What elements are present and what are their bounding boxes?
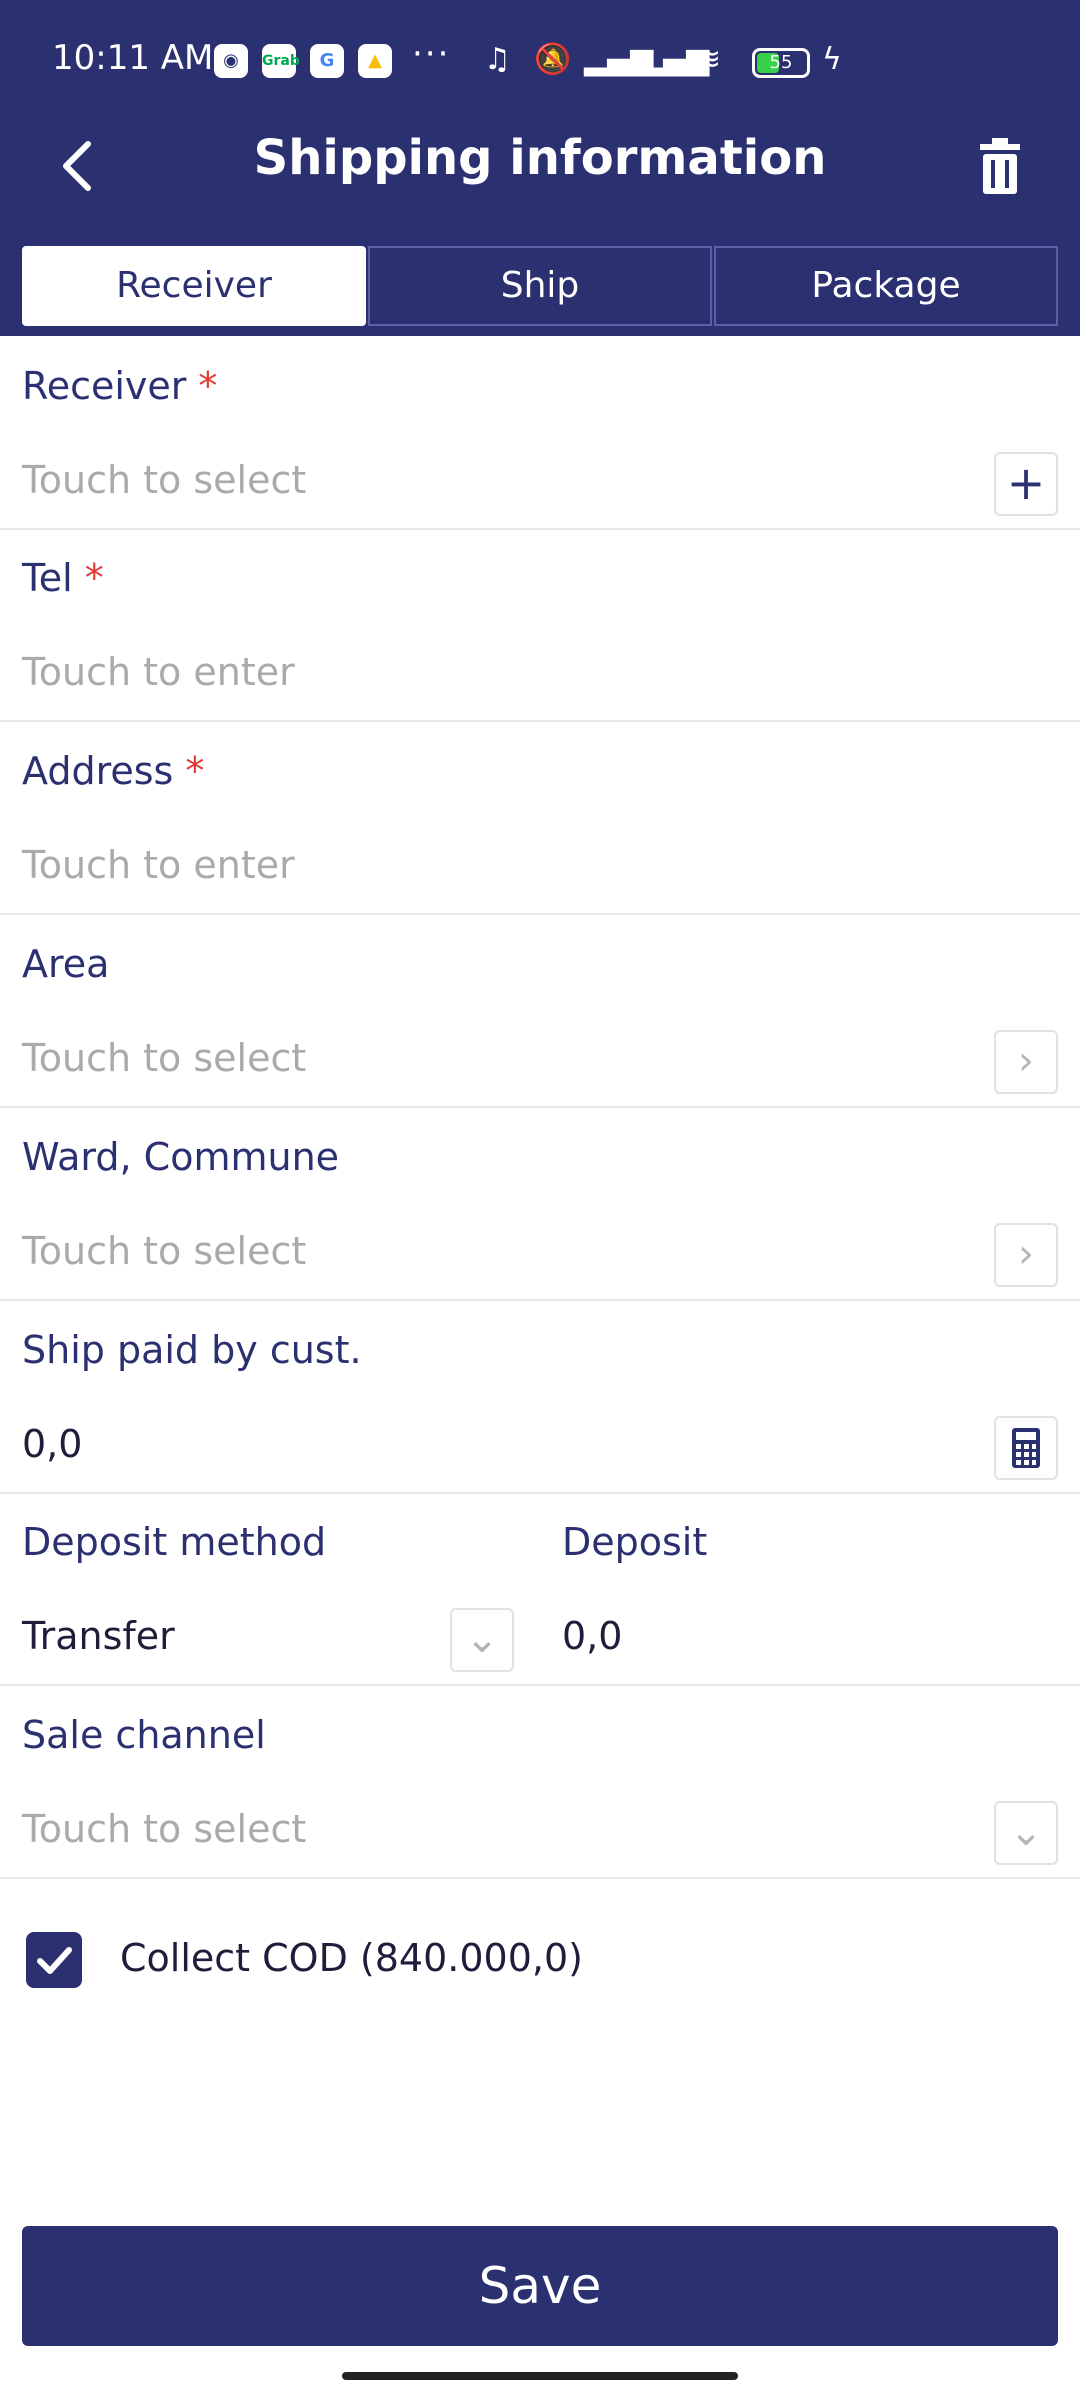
app-notification-icon: ◉ <box>214 44 248 78</box>
chevron-right-icon: › <box>1018 1231 1034 1277</box>
tab-receiver[interactable]: Receiver <box>22 246 366 326</box>
area-field: Area Touch to select › <box>0 930 1080 1108</box>
tab-ship[interactable]: Ship <box>368 246 712 326</box>
wifi-icon: ≋ <box>696 42 722 77</box>
ward-select[interactable]: Touch to select <box>22 1207 980 1295</box>
sale-channel-field: Sale channel Touch to select ⌄ <box>0 1701 1080 1879</box>
tel-input[interactable]: Touch to enter <box>22 628 1058 716</box>
deposit-label: Deposit <box>562 1520 708 1564</box>
sale-channel-label: Sale channel <box>22 1713 266 1757</box>
chevron-down-icon: ⌄ <box>1009 1809 1043 1855</box>
receiver-label: Receiver * <box>22 364 218 408</box>
sale-channel-dropdown[interactable]: ⌄ <box>994 1801 1058 1865</box>
calculator-icon <box>1012 1428 1040 1468</box>
calculator-button[interactable] <box>994 1416 1058 1480</box>
chevron-down-icon: ⌄ <box>465 1616 499 1662</box>
trash-icon <box>980 138 1020 194</box>
sale-channel-select[interactable]: Touch to select <box>22 1785 980 1873</box>
collect-cod-checkbox[interactable] <box>26 1932 82 1988</box>
plus-icon: + <box>1006 456 1046 510</box>
deposit-method-label: Deposit method <box>22 1520 327 1564</box>
ship-paid-label: Ship paid by cust. <box>22 1328 362 1372</box>
address-label: Address * <box>22 749 205 793</box>
ward-field: Ward, Commune Touch to select › <box>0 1123 1080 1301</box>
collect-cod-row: Collect COD (840.000,0) <box>0 1880 1080 2044</box>
back-button[interactable] <box>30 116 130 216</box>
grab-icon: Grab <box>262 44 300 78</box>
ward-expand-button[interactable]: › <box>994 1223 1058 1287</box>
tel-label: Tel * <box>22 556 104 600</box>
required-mark: * <box>198 364 218 408</box>
page-title: Shipping information <box>253 130 827 186</box>
area-expand-button[interactable]: › <box>994 1030 1058 1094</box>
drive-icon: ▲ <box>358 44 392 78</box>
address-input[interactable]: Touch to enter <box>22 821 1058 909</box>
collect-cod-label: Collect COD (840.000,0) <box>120 1936 583 1980</box>
area-label: Area <box>22 942 110 986</box>
area-select[interactable]: Touch to select <box>22 1014 980 1102</box>
ship-paid-input[interactable]: 0,0 <box>22 1400 980 1488</box>
battery-icon: 55 <box>752 48 810 78</box>
chevron-left-icon <box>63 141 91 191</box>
required-mark: * <box>84 556 104 600</box>
deposit-method-select[interactable]: Transfer <box>22 1592 442 1680</box>
app-bar: Shipping information <box>0 96 1080 236</box>
add-receiver-button[interactable]: + <box>994 452 1058 516</box>
status-bar: 10:11 AM ◉ Grab G ▲ ··· ♫ 🔕 ▂▄▆ ▂▄▆ ≋ 55… <box>0 0 1080 96</box>
google-icon: G <box>310 44 344 78</box>
required-mark: * <box>185 749 205 793</box>
music-note-icon: ♫ <box>484 42 511 77</box>
address-field: Address * Touch to enter <box>0 737 1080 915</box>
checkmark-icon <box>37 1947 72 1974</box>
deposit-row: Deposit method Transfer ⌄ Deposit 0,0 <box>0 1508 1080 1686</box>
tab-bar: Receiver Ship Package <box>0 236 1080 336</box>
save-button[interactable]: Save <box>22 2226 1058 2346</box>
deposit-method-dropdown[interactable]: ⌄ <box>450 1608 514 1672</box>
more-notifications-icon: ··· <box>412 34 451 74</box>
home-indicator[interactable] <box>342 2372 738 2380</box>
status-time: 10:11 AM <box>52 38 214 78</box>
charging-icon: ϟ <box>822 42 842 77</box>
chevron-right-icon: › <box>1018 1038 1034 1084</box>
bell-off-icon: 🔕 <box>534 42 572 77</box>
receiver-select[interactable]: Touch to select <box>22 436 980 524</box>
delete-button[interactable] <box>950 116 1050 216</box>
tab-package[interactable]: Package <box>714 246 1058 326</box>
deposit-input[interactable]: 0,0 <box>562 1592 1058 1680</box>
receiver-field: Receiver * Touch to select + <box>0 352 1080 530</box>
tel-field: Tel * Touch to enter <box>0 544 1080 722</box>
ship-paid-field: Ship paid by cust. 0,0 <box>0 1316 1080 1494</box>
ward-label: Ward, Commune <box>22 1135 340 1179</box>
